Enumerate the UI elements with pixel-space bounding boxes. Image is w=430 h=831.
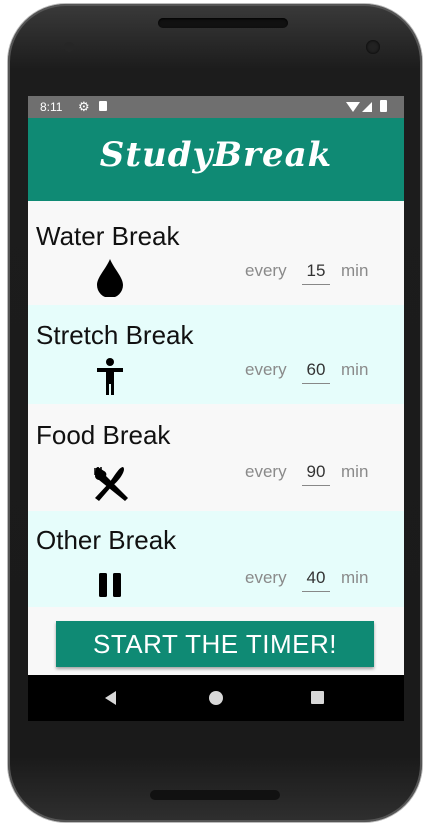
every-label: every xyxy=(245,568,287,587)
interval-input-food[interactable]: 90 xyxy=(302,462,330,486)
status-time: 8:11 xyxy=(40,100,63,114)
every-label: every xyxy=(245,360,287,379)
break-title: Stretch Break xyxy=(36,320,194,350)
every-label: every xyxy=(245,462,287,481)
unit-label: min xyxy=(341,462,369,481)
app-title: StudyBreak xyxy=(99,135,333,175)
unit-label: min xyxy=(341,360,369,379)
break-row-food: Food Break every 90 min xyxy=(28,404,404,511)
proximity-sensor xyxy=(64,42,74,52)
fork-knife-icon xyxy=(94,467,128,501)
recent-apps-icon[interactable] xyxy=(311,691,324,704)
person-stretch-icon xyxy=(97,358,123,395)
app-bar: StudyBreak xyxy=(28,118,404,201)
unit-label: min xyxy=(341,568,369,587)
interval-input-other[interactable]: 40 xyxy=(302,568,330,592)
break-row-stretch: Stretch Break every 60 min xyxy=(28,305,404,404)
bottom-speaker-grille xyxy=(150,790,280,800)
battery-icon xyxy=(380,100,387,112)
screen: 8:11 ⚙ StudyBreak Water Break every 15 m… xyxy=(28,96,404,721)
interval-input-stretch[interactable]: 60 xyxy=(302,360,330,384)
status-bar: 8:11 ⚙ xyxy=(28,96,404,118)
break-title: Food Break xyxy=(36,420,171,450)
wifi-icon xyxy=(346,102,360,112)
break-row-water: Water Break every 15 min xyxy=(28,201,404,305)
break-title: Water Break xyxy=(36,221,180,251)
every-label: every xyxy=(245,261,287,280)
sdcard-icon xyxy=(99,101,107,111)
pause-icon xyxy=(99,573,121,597)
start-timer-button[interactable]: START THE TIMER! xyxy=(56,621,374,667)
speaker-grille xyxy=(158,18,288,28)
water-drop-icon xyxy=(97,259,123,297)
navigation-bar xyxy=(28,675,404,721)
interval-input-water[interactable]: 15 xyxy=(302,261,330,285)
break-title: Other Break xyxy=(36,525,177,555)
break-row-other: Other Break every 40 min xyxy=(28,511,404,607)
back-icon[interactable] xyxy=(105,691,116,705)
unit-label: min xyxy=(341,261,369,280)
front-camera xyxy=(366,40,380,54)
signal-icon xyxy=(362,102,372,112)
home-icon[interactable] xyxy=(209,691,223,705)
gear-icon: ⚙ xyxy=(78,99,90,114)
